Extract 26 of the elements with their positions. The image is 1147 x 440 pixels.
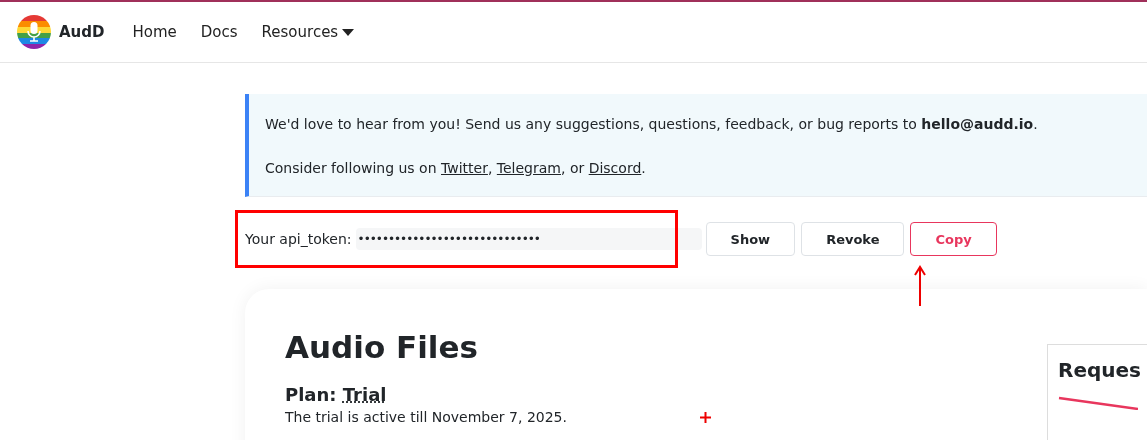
token-label: Your api_token: (245, 231, 352, 247)
token-button[interactable]: Show (705, 222, 796, 256)
plan-name: Trial (342, 384, 387, 405)
caret-icon (342, 28, 355, 36)
separator-text: , or (561, 159, 586, 178)
plus-icon (699, 411, 711, 423)
social-link[interactable]: Discord (588, 158, 642, 178)
separator-text: , (487, 159, 494, 178)
token-field[interactable]: •••••••••••••••••••••••••••••• (355, 228, 702, 250)
card-title: Audio Files (285, 329, 479, 365)
period-text: . (641, 159, 646, 178)
plan-status: The trial is active till November 7, 2025. (285, 409, 567, 425)
nav-link[interactable]: Resources (261, 23, 355, 41)
brand-name[interactable]: AudD (59, 23, 105, 41)
token-button[interactable]: Revoke (801, 222, 905, 256)
nav-link[interactable]: Docs (200, 23, 238, 41)
social-link[interactable]: Twitter (441, 158, 488, 178)
panel-title: Reques (1058, 358, 1142, 382)
social-link[interactable]: Telegram (496, 158, 561, 178)
nav-link[interactable]: Home (132, 23, 177, 41)
arrow-drawing (913, 265, 927, 307)
token-button[interactable]: Copy (910, 222, 997, 256)
notice-text: We'd love to hear from you! Send us any suggestions, questions, feedback, or bug reports to hello@audd.io. (265, 115, 1039, 134)
plan-label: Plan: (285, 384, 338, 405)
notice-text: Consider following us on (265, 159, 438, 178)
microphone-logo-icon[interactable] (17, 15, 51, 49)
